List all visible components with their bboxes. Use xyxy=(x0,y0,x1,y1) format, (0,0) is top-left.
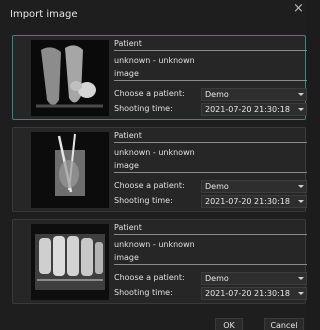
patient-name: unknown - unknown xyxy=(114,148,195,157)
patient-name: unknown - unknown xyxy=(114,56,195,65)
image-type: image xyxy=(114,253,139,262)
image-card-2[interactable]: Patient unknown - unknown image Choose a… xyxy=(12,127,307,212)
patient-select-value: Demo xyxy=(205,182,229,191)
shooting-time-field[interactable]: 2021-07-20 21:30:18 xyxy=(201,195,307,208)
choose-patient-label: Choose a patient: xyxy=(114,89,185,98)
shooting-time-label: Shooting time: xyxy=(114,196,173,205)
chevron-down-icon xyxy=(298,108,304,111)
patient-section-label: Patient xyxy=(114,39,142,48)
dialog-titlebar: Import image × xyxy=(0,0,307,28)
close-icon[interactable]: × xyxy=(293,2,304,15)
shooting-time-value: 2021-07-20 21:30:18 xyxy=(205,105,290,114)
choose-patient-label: Choose a patient: xyxy=(114,273,185,282)
chevron-down-icon xyxy=(298,277,304,280)
choose-patient-label: Choose a patient: xyxy=(114,181,185,190)
divider xyxy=(114,50,307,51)
image-type: image xyxy=(114,69,139,78)
cancel-button[interactable]: Cancel xyxy=(264,318,304,330)
chevron-down-icon xyxy=(298,93,304,96)
divider xyxy=(114,142,307,143)
image-card-1[interactable]: Patient unknown - unknown image Choose a… xyxy=(12,35,307,120)
chevron-down-icon xyxy=(298,200,304,203)
patient-section-label: Patient xyxy=(114,223,142,232)
patient-select-value: Demo xyxy=(205,90,229,99)
divider xyxy=(114,80,307,81)
image-card-3[interactable]: Patient unknown - unknown image Choose a… xyxy=(12,219,307,304)
patient-select[interactable]: Demo xyxy=(201,88,307,101)
patient-select[interactable]: Demo xyxy=(201,272,307,285)
chevron-down-icon xyxy=(298,292,304,295)
dialog-title: Import image xyxy=(10,9,78,20)
shooting-time-field[interactable]: 2021-07-20 21:30:18 xyxy=(201,287,307,300)
ok-button[interactable]: OK xyxy=(215,318,243,330)
image-type: image xyxy=(114,161,139,170)
patient-section-label: Patient xyxy=(114,131,142,140)
import-image-dialog: Import image × Patient unknown - unknown… xyxy=(0,0,307,330)
xray-thumbnail xyxy=(31,224,109,300)
chevron-down-icon xyxy=(298,185,304,188)
xray-thumbnail xyxy=(31,40,109,116)
shooting-time-label: Shooting time: xyxy=(114,104,173,113)
shooting-time-value: 2021-07-20 21:30:18 xyxy=(205,197,290,206)
divider xyxy=(114,264,307,265)
shooting-time-value: 2021-07-20 21:30:18 xyxy=(205,289,290,298)
patient-name: unknown - unknown xyxy=(114,240,195,249)
shooting-time-field[interactable]: 2021-07-20 21:30:18 xyxy=(201,103,307,116)
shooting-time-label: Shooting time: xyxy=(114,288,173,297)
xray-thumbnail xyxy=(31,132,109,208)
divider xyxy=(114,234,307,235)
patient-select-value: Demo xyxy=(205,274,229,283)
divider xyxy=(114,172,307,173)
patient-select[interactable]: Demo xyxy=(201,180,307,193)
